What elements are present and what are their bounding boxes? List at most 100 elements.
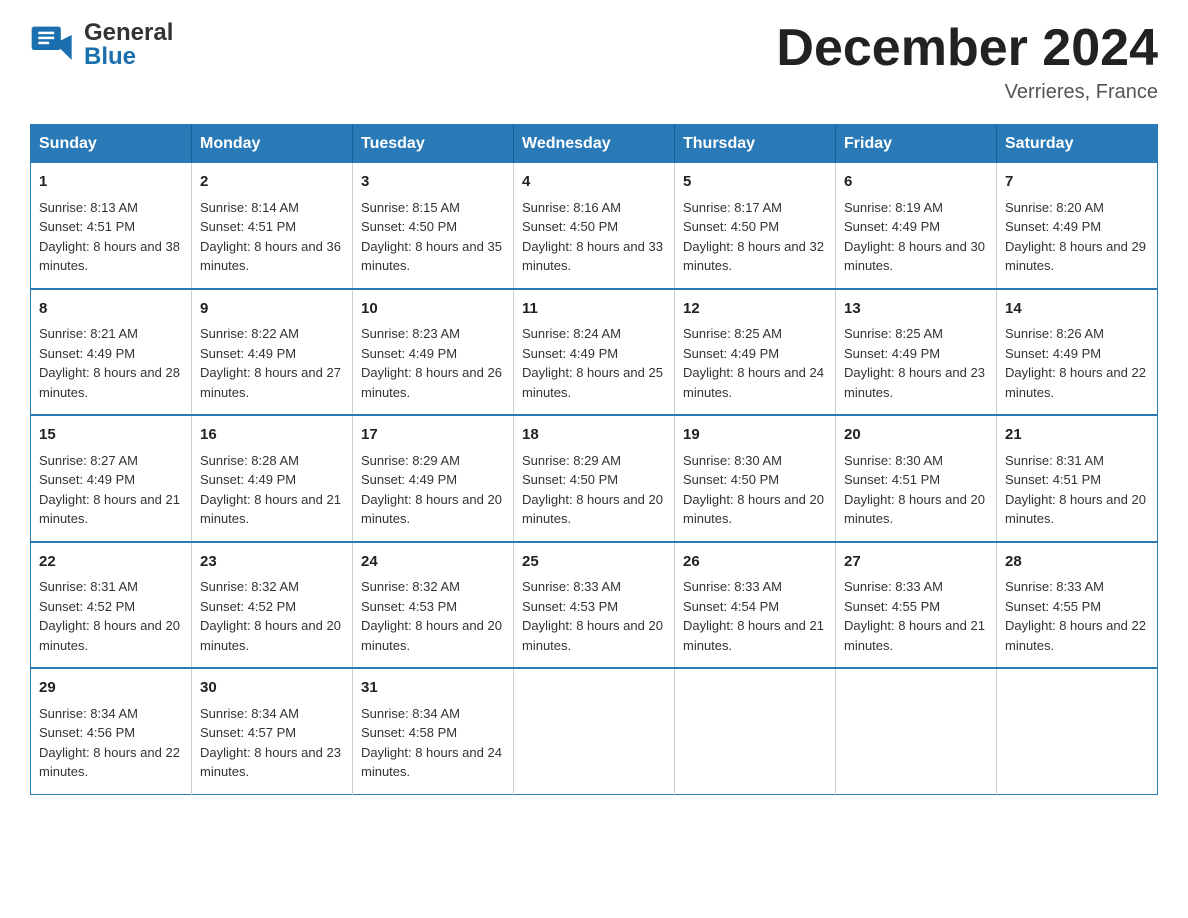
sunset-label: Sunset: 4:49 PM <box>200 472 296 487</box>
sunrise-label: Sunrise: 8:27 AM <box>39 453 138 468</box>
day-number: 23 <box>200 551 344 574</box>
calendar-cell: 1 Sunrise: 8:13 AM Sunset: 4:51 PM Dayli… <box>31 163 192 289</box>
weekday-thursday: Thursday <box>675 125 836 164</box>
sunrise-label: Sunrise: 8:25 AM <box>844 326 943 341</box>
sunrise-label: Sunrise: 8:28 AM <box>200 453 299 468</box>
calendar-cell: 24 Sunrise: 8:32 AM Sunset: 4:53 PM Dayl… <box>353 542 514 669</box>
calendar-cell <box>675 668 836 794</box>
day-number: 22 <box>39 551 183 574</box>
sunset-label: Sunset: 4:49 PM <box>39 346 135 361</box>
daylight-label: Daylight: 8 hours and 20 minutes. <box>683 492 824 527</box>
day-number: 9 <box>200 298 344 321</box>
daylight-label: Daylight: 8 hours and 20 minutes. <box>522 618 663 653</box>
daylight-label: Daylight: 8 hours and 22 minutes. <box>1005 365 1146 400</box>
daylight-label: Daylight: 8 hours and 32 minutes. <box>683 239 824 274</box>
day-number: 10 <box>361 298 505 321</box>
logo: General Blue <box>30 20 173 70</box>
week-row-3: 15 Sunrise: 8:27 AM Sunset: 4:49 PM Dayl… <box>31 415 1158 542</box>
calendar-cell: 17 Sunrise: 8:29 AM Sunset: 4:49 PM Dayl… <box>353 415 514 542</box>
weekday-header-row: SundayMondayTuesdayWednesdayThursdayFrid… <box>31 125 1158 164</box>
calendar-cell: 16 Sunrise: 8:28 AM Sunset: 4:49 PM Dayl… <box>192 415 353 542</box>
sunrise-label: Sunrise: 8:14 AM <box>200 200 299 215</box>
sunrise-label: Sunrise: 8:33 AM <box>683 579 782 594</box>
logo-icon <box>30 20 80 70</box>
sunrise-label: Sunrise: 8:16 AM <box>522 200 621 215</box>
sunset-label: Sunset: 4:49 PM <box>39 472 135 487</box>
day-number: 26 <box>683 551 827 574</box>
daylight-label: Daylight: 8 hours and 20 minutes. <box>1005 492 1146 527</box>
sunrise-label: Sunrise: 8:22 AM <box>200 326 299 341</box>
sunrise-label: Sunrise: 8:25 AM <box>683 326 782 341</box>
sunset-label: Sunset: 4:51 PM <box>1005 472 1101 487</box>
sunset-label: Sunset: 4:56 PM <box>39 725 135 740</box>
day-number: 28 <box>1005 551 1149 574</box>
day-number: 6 <box>844 171 988 194</box>
daylight-label: Daylight: 8 hours and 29 minutes. <box>1005 239 1146 274</box>
calendar-cell: 10 Sunrise: 8:23 AM Sunset: 4:49 PM Dayl… <box>353 289 514 416</box>
sunset-label: Sunset: 4:57 PM <box>200 725 296 740</box>
sunrise-label: Sunrise: 8:21 AM <box>39 326 138 341</box>
sunrise-label: Sunrise: 8:13 AM <box>39 200 138 215</box>
sunset-label: Sunset: 4:50 PM <box>522 219 618 234</box>
sunset-label: Sunset: 4:52 PM <box>39 599 135 614</box>
day-number: 1 <box>39 171 183 194</box>
calendar-cell: 4 Sunrise: 8:16 AM Sunset: 4:50 PM Dayli… <box>514 163 675 289</box>
sunset-label: Sunset: 4:49 PM <box>1005 346 1101 361</box>
day-number: 25 <box>522 551 666 574</box>
calendar-cell: 5 Sunrise: 8:17 AM Sunset: 4:50 PM Dayli… <box>675 163 836 289</box>
day-number: 18 <box>522 424 666 447</box>
daylight-label: Daylight: 8 hours and 27 minutes. <box>200 365 341 400</box>
day-number: 17 <box>361 424 505 447</box>
calendar-cell <box>836 668 997 794</box>
sunset-label: Sunset: 4:51 PM <box>39 219 135 234</box>
calendar-cell: 21 Sunrise: 8:31 AM Sunset: 4:51 PM Dayl… <box>997 415 1158 542</box>
sunset-label: Sunset: 4:49 PM <box>1005 219 1101 234</box>
day-number: 14 <box>1005 298 1149 321</box>
daylight-label: Daylight: 8 hours and 38 minutes. <box>39 239 180 274</box>
weekday-wednesday: Wednesday <box>514 125 675 164</box>
calendar-cell <box>514 668 675 794</box>
calendar-cell: 14 Sunrise: 8:26 AM Sunset: 4:49 PM Dayl… <box>997 289 1158 416</box>
daylight-label: Daylight: 8 hours and 20 minutes. <box>39 618 180 653</box>
daylight-label: Daylight: 8 hours and 24 minutes. <box>683 365 824 400</box>
calendar-cell: 12 Sunrise: 8:25 AM Sunset: 4:49 PM Dayl… <box>675 289 836 416</box>
daylight-label: Daylight: 8 hours and 20 minutes. <box>361 618 502 653</box>
sunrise-label: Sunrise: 8:30 AM <box>683 453 782 468</box>
day-number: 3 <box>361 171 505 194</box>
day-number: 5 <box>683 171 827 194</box>
daylight-label: Daylight: 8 hours and 22 minutes. <box>39 745 180 780</box>
sunset-label: Sunset: 4:49 PM <box>844 219 940 234</box>
sunrise-label: Sunrise: 8:24 AM <box>522 326 621 341</box>
calendar-cell: 29 Sunrise: 8:34 AM Sunset: 4:56 PM Dayl… <box>31 668 192 794</box>
sunrise-label: Sunrise: 8:15 AM <box>361 200 460 215</box>
sunset-label: Sunset: 4:50 PM <box>361 219 457 234</box>
calendar-cell: 31 Sunrise: 8:34 AM Sunset: 4:58 PM Dayl… <box>353 668 514 794</box>
daylight-label: Daylight: 8 hours and 30 minutes. <box>844 239 985 274</box>
day-number: 24 <box>361 551 505 574</box>
weekday-tuesday: Tuesday <box>353 125 514 164</box>
calendar-cell: 25 Sunrise: 8:33 AM Sunset: 4:53 PM Dayl… <box>514 542 675 669</box>
calendar-cell: 13 Sunrise: 8:25 AM Sunset: 4:49 PM Dayl… <box>836 289 997 416</box>
day-number: 31 <box>361 677 505 700</box>
calendar-cell: 23 Sunrise: 8:32 AM Sunset: 4:52 PM Dayl… <box>192 542 353 669</box>
calendar-cell: 8 Sunrise: 8:21 AM Sunset: 4:49 PM Dayli… <box>31 289 192 416</box>
calendar-cell: 7 Sunrise: 8:20 AM Sunset: 4:49 PM Dayli… <box>997 163 1158 289</box>
sunset-label: Sunset: 4:49 PM <box>361 472 457 487</box>
daylight-label: Daylight: 8 hours and 20 minutes. <box>844 492 985 527</box>
week-row-2: 8 Sunrise: 8:21 AM Sunset: 4:49 PM Dayli… <box>31 289 1158 416</box>
location-text: Verrieres, France <box>776 81 1158 104</box>
sunrise-label: Sunrise: 8:34 AM <box>200 706 299 721</box>
sunset-label: Sunset: 4:52 PM <box>200 599 296 614</box>
calendar-cell: 22 Sunrise: 8:31 AM Sunset: 4:52 PM Dayl… <box>31 542 192 669</box>
daylight-label: Daylight: 8 hours and 24 minutes. <box>361 745 502 780</box>
weekday-saturday: Saturday <box>997 125 1158 164</box>
sunrise-label: Sunrise: 8:29 AM <box>361 453 460 468</box>
sunset-label: Sunset: 4:49 PM <box>844 346 940 361</box>
calendar-cell: 6 Sunrise: 8:19 AM Sunset: 4:49 PM Dayli… <box>836 163 997 289</box>
sunrise-label: Sunrise: 8:34 AM <box>361 706 460 721</box>
daylight-label: Daylight: 8 hours and 20 minutes. <box>361 492 502 527</box>
day-number: 19 <box>683 424 827 447</box>
calendar-cell: 20 Sunrise: 8:30 AM Sunset: 4:51 PM Dayl… <box>836 415 997 542</box>
day-number: 7 <box>1005 171 1149 194</box>
day-number: 4 <box>522 171 666 194</box>
